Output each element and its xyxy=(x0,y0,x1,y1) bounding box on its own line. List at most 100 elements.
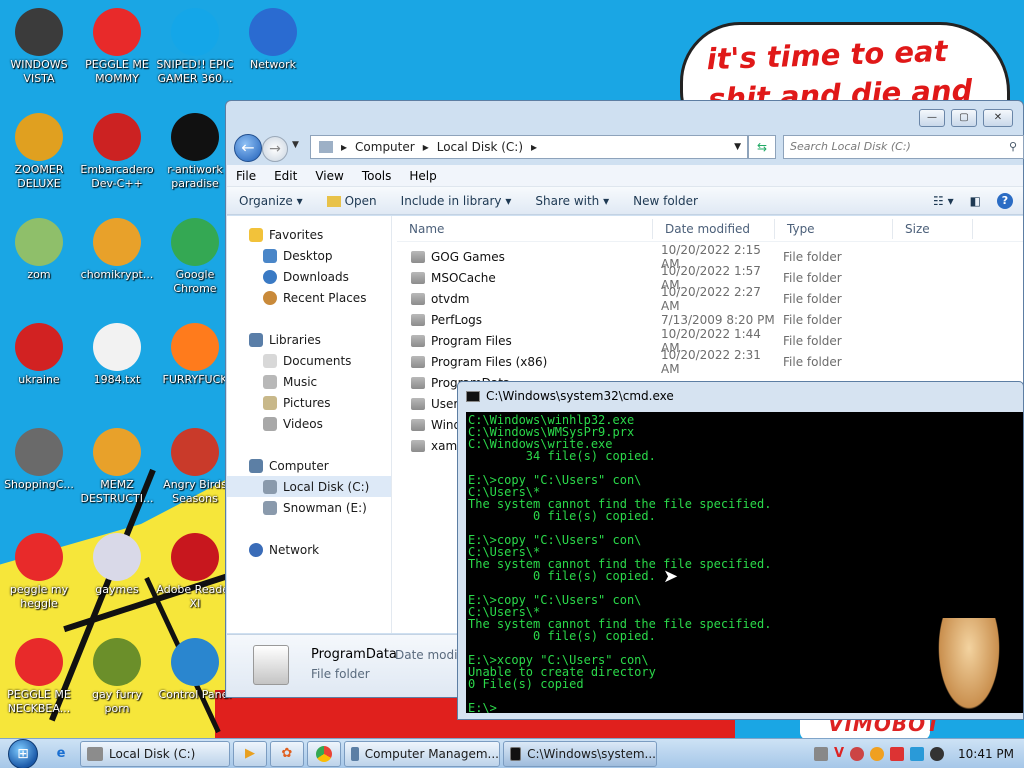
column-date-modified[interactable]: Date modified xyxy=(653,218,775,239)
taskbar-computer-management[interactable]: Computer Managem... xyxy=(344,740,500,767)
refresh-button[interactable]: ⇆ xyxy=(748,135,776,159)
desktop-icon[interactable]: gay furry porn xyxy=(78,638,156,716)
desktop-icon[interactable]: SNIPED!! EPIC GAMER 360... xyxy=(156,8,234,86)
menu-edit[interactable]: Edit xyxy=(265,169,306,183)
folder-open-icon xyxy=(326,195,341,207)
nav-videos[interactable]: Videos xyxy=(227,413,391,434)
desktop-icon-label: chomikrypt... xyxy=(80,268,154,281)
desktop-icon[interactable]: Google Chrome xyxy=(156,218,234,296)
desktop-icon[interactable]: gaymes xyxy=(78,533,156,597)
history-dropdown[interactable]: ▼ xyxy=(292,140,299,150)
tray-app-icon[interactable] xyxy=(850,746,864,761)
forward-button[interactable]: → xyxy=(262,136,288,162)
maximize-button[interactable]: ▢ xyxy=(951,109,977,127)
close-button[interactable]: ✕ xyxy=(983,109,1013,127)
windows-logo-icon: ⊞ xyxy=(8,738,38,768)
desktop-icon[interactable]: ZOOMER DELUXE xyxy=(0,113,78,191)
nav-libraries[interactable]: Libraries xyxy=(227,329,391,350)
folder-icon xyxy=(411,376,425,389)
desktop-icon xyxy=(263,248,277,263)
folder-icon xyxy=(253,645,289,685)
menu-view[interactable]: View xyxy=(306,169,352,183)
desktop-icon[interactable]: PEGGLE ME MOMMY xyxy=(78,8,156,86)
view-options-icon[interactable]: ☷ ▾ xyxy=(933,194,954,208)
clock[interactable]: 10:41 PM xyxy=(958,747,1014,761)
folder-icon xyxy=(411,355,425,368)
desktop-icon[interactable]: FURRYFUCK xyxy=(156,323,234,387)
nav-documents[interactable]: Documents xyxy=(227,350,391,371)
menu-file[interactable]: File xyxy=(227,169,265,183)
column-type[interactable]: Type xyxy=(775,218,893,239)
desktop-icon[interactable]: ukraine xyxy=(0,323,78,387)
desktop-icon[interactable]: chomikrypt... xyxy=(78,218,156,282)
help-icon[interactable]: ? xyxy=(997,192,1013,209)
breadcrumb-computer[interactable]: Computer xyxy=(355,140,415,154)
menu-tools[interactable]: Tools xyxy=(353,169,401,183)
desktop-icon[interactable]: r-antiwork paradise xyxy=(156,113,234,191)
folder-icon xyxy=(411,313,425,326)
desktop-icon[interactable]: Embarcadero Dev-C++ xyxy=(78,113,156,191)
include-in-library-button[interactable]: Include in library ▾ xyxy=(389,194,524,208)
desktop-icon[interactable]: Angry Birds Seasons xyxy=(156,428,234,506)
nav-computer[interactable]: Computer xyxy=(227,455,391,476)
desktop-icon[interactable]: Adobe Reader XI xyxy=(156,533,234,611)
open-button-label: Open xyxy=(344,193,377,208)
address-dropdown-icon[interactable]: ▼ xyxy=(734,142,741,152)
nav-network[interactable]: Network xyxy=(227,539,391,560)
search-input[interactable]: Search Local Disk (C:) ⚲ xyxy=(783,135,1024,159)
tray-app-icon[interactable] xyxy=(813,746,828,761)
nav-music[interactable]: Music xyxy=(227,371,391,392)
nav-recent-places[interactable]: Recent Places xyxy=(227,287,391,308)
open-button[interactable]: Open xyxy=(315,194,389,208)
preview-pane-icon[interactable]: ◧ xyxy=(970,194,981,208)
nav-downloads[interactable]: Downloads xyxy=(227,266,391,287)
nav-local-disk-c[interactable]: Local Disk (C:) xyxy=(227,476,391,497)
file-row[interactable]: Program Files (x86) 10/20/2022 2:31 AM Fil… xyxy=(397,348,1023,376)
explorer-titlebar[interactable]: — ▢ ✕ xyxy=(226,101,1023,133)
nav-pictures[interactable]: Pictures xyxy=(227,392,391,413)
media-file-icon xyxy=(93,533,141,581)
minimize-button[interactable]: — xyxy=(919,109,945,127)
back-button[interactable]: ← xyxy=(234,134,262,162)
start-button[interactable]: ⊞ xyxy=(0,738,46,768)
taskbar-local-disk[interactable]: Local Disk (C:) xyxy=(80,740,230,767)
desktop-icon[interactable]: Control Panel xyxy=(156,638,234,702)
tray-v-icon[interactable]: V xyxy=(834,746,844,761)
tray-volume-icon[interactable] xyxy=(930,746,944,761)
desktop-icon[interactable]: 1984.txt xyxy=(78,323,156,387)
internet-explorer-icon[interactable]: e xyxy=(46,741,76,767)
tray-network-icon[interactable] xyxy=(910,746,924,761)
tray-search-icon[interactable] xyxy=(870,746,884,761)
tray-flag-icon[interactable] xyxy=(890,746,904,761)
organize-button[interactable]: Organize ▾ xyxy=(227,194,315,208)
taskbar-app[interactable]: ✿ xyxy=(270,740,304,767)
desktop-icon[interactable]: Network xyxy=(234,8,312,72)
zom-icon xyxy=(15,218,63,266)
nav-music-label: Music xyxy=(283,374,318,389)
menu-help[interactable]: Help xyxy=(400,169,445,183)
nav-desktop[interactable]: Desktop xyxy=(227,245,391,266)
taskbar-cmd[interactable]: C:\Windows\system... xyxy=(503,740,657,767)
desktop-icon-label: Angry Birds Seasons xyxy=(163,478,227,505)
taskbar-chrome[interactable] xyxy=(307,740,341,767)
nav-recent-places-label: Recent Places xyxy=(283,290,367,305)
nav-snowman-e[interactable]: Snowman (E:) xyxy=(227,497,391,518)
desktop-icon[interactable]: peggle my heggle xyxy=(0,533,78,611)
peggle-icon xyxy=(15,638,63,686)
desktop-icon[interactable]: PEGGLE ME NECKBEA... xyxy=(0,638,78,716)
nav-favorites[interactable]: Favorites xyxy=(227,224,391,245)
share-with-button[interactable]: Share with ▾ xyxy=(523,194,621,208)
windows-vista-icon xyxy=(15,8,63,56)
column-size[interactable]: Size xyxy=(893,218,973,239)
breadcrumb-local-disk[interactable]: Local Disk (C:) xyxy=(437,140,523,154)
desktop-icon[interactable]: WINDOWS VISTA xyxy=(0,8,78,86)
column-name[interactable]: Name xyxy=(397,218,653,239)
desktop-icon[interactable]: MEMZ DESTRUCTI... xyxy=(78,428,156,506)
address-bar[interactable]: ▸ Computer ▸ Local Disk (C:) ▸ ▼ xyxy=(310,135,748,159)
file-row[interactable]: otvdm 10/20/2022 2:27 AM File folder xyxy=(397,285,1023,313)
cmd-titlebar[interactable]: C:\Windows\system32\cmd.exe xyxy=(458,382,1023,410)
new-folder-button[interactable]: New folder xyxy=(621,194,710,208)
taskbar-media-player[interactable]: ▶ xyxy=(233,740,267,767)
desktop-icon[interactable]: zom xyxy=(0,218,78,282)
desktop-icon[interactable]: ShoppingC... xyxy=(0,428,78,492)
